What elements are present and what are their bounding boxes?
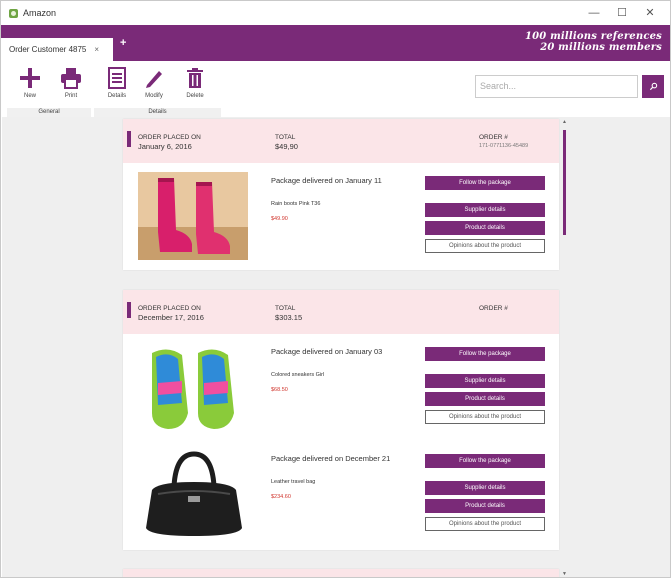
order-placed-label: ORDER PLACED ON [138,305,201,312]
order-total-label: TOTAL [275,305,296,312]
tab-label: Order Customer 4875 [9,45,87,54]
order-total-label: TOTAL [275,134,296,141]
product-price: $68.50 [271,387,288,393]
order-number-label: ORDER # [479,305,508,312]
follow-package-button[interactable]: Follow the package [425,454,545,468]
delete-button[interactable]: Delete [178,67,212,99]
search-input[interactable]: Search... [475,75,638,98]
delivery-status: Package delivered on December 21 [271,454,391,463]
order-number: ORDER # [479,304,508,313]
product-details-button[interactable]: Product details [425,221,545,235]
tab-order-customer[interactable]: Order Customer 4875 × [1,38,113,61]
order-number: ORDER # 171-0771136-45489 [479,133,528,151]
order-card-partial [123,569,559,577]
product-price: $49.90 [271,216,288,222]
print-label: Print [64,93,78,99]
product-details-button[interactable]: Product details [425,499,545,513]
modify-button[interactable]: Modify [137,67,171,99]
product-price: $234.60 [271,494,291,500]
order-header: ORDER PLACED ON December 17, 2016 TOTAL … [123,290,559,334]
order-total: TOTAL $303.15 [275,304,302,322]
order-placed: ORDER PLACED ON December 17, 2016 [138,304,204,322]
scrollbar-thumb[interactable] [563,130,566,235]
brand-line-1: 100 millions references [524,31,662,42]
title-bar: Amazon — ☐ ✕ [1,1,670,25]
pencil-icon [146,71,162,88]
order-placed-date: December 17, 2016 [138,313,204,322]
document-icon [108,67,126,89]
add-tab-button[interactable]: + [120,37,126,49]
search-icon [649,82,657,91]
follow-package-button[interactable]: Follow the package [425,347,545,361]
follow-package-button[interactable]: Follow the package [425,176,545,190]
delivery-status: Package delivered on January 03 [271,347,383,356]
product-image-pink-rain-boots[interactable] [138,172,248,260]
order-placed-label: ORDER PLACED ON [138,134,201,141]
search-button[interactable] [642,75,664,98]
order-item: Package delivered on January 03 Colored … [123,334,559,441]
order-item: Package delivered on December 21 Leather… [123,441,559,548]
scroll-down-arrow-icon[interactable]: ▼ [562,571,567,577]
product-image-colored-sneakers[interactable] [138,343,248,431]
maximize-button[interactable]: ☐ [608,5,636,21]
plus-icon [20,68,40,88]
window-title: Amazon [23,8,57,18]
order-total-value: $49,90 [275,142,298,151]
order-total: TOTAL $49,90 [275,133,298,151]
orders-list: ORDER PLACED ON January 6, 2016 TOTAL $4… [2,117,670,577]
close-window-button[interactable]: ✕ [636,5,664,21]
tab-close-icon[interactable]: × [94,45,99,54]
supplier-details-button[interactable]: Supplier details [425,481,545,495]
order-accent-bar [127,302,131,318]
order-header: ORDER PLACED ON January 6, 2016 TOTAL $4… [123,119,559,163]
order-card: ORDER PLACED ON January 6, 2016 TOTAL $4… [123,119,559,270]
modify-label: Modify [145,93,163,99]
print-button[interactable]: Print [54,67,88,99]
ribbon-group-general: General [7,108,91,117]
product-opinions-button[interactable]: Opinions about the product [425,239,545,253]
ribbon-group-details: Details [94,108,221,117]
details-label: Details [107,93,127,99]
tab-bar: Order Customer 4875 × + 100 millions ref… [1,25,670,61]
order-item: Package delivered on January 11 Rain boo… [123,163,559,270]
scroll-up-arrow-icon[interactable]: ▲ [562,119,567,125]
app-window: Amazon — ☐ ✕ Order Customer 4875 × + 100… [0,0,671,578]
product-name: Colored sneakers Girl [271,372,325,378]
order-placed-date: January 6, 2016 [138,142,192,151]
minimize-button[interactable]: — [580,5,608,21]
brand-tagline: 100 millions references 20 millions memb… [525,31,662,53]
new-button[interactable]: New [13,67,47,99]
product-opinions-button[interactable]: Opinions about the product [425,410,545,424]
order-card: ORDER PLACED ON December 17, 2016 TOTAL … [123,290,559,550]
brand-line-2: 20 millions members [540,42,662,53]
new-label: New [23,93,36,99]
delivery-status: Package delivered on January 11 [271,176,382,185]
supplier-details-button[interactable]: Supplier details [425,374,545,388]
delete-label: Delete [186,93,204,99]
product-image-leather-handbag[interactable] [138,450,248,538]
order-number-label: ORDER # [479,134,508,141]
order-total-value: $303.15 [275,313,303,322]
order-number-value: 171-0771136-45489 [479,143,529,149]
printer-icon [61,68,81,89]
order-placed: ORDER PLACED ON January 6, 2016 [138,133,201,151]
supplier-details-button[interactable]: Supplier details [425,203,545,217]
trash-icon [187,68,203,88]
product-opinions-button[interactable]: Opinions about the product [425,517,545,531]
window-controls: — ☐ ✕ [580,5,664,21]
order-accent-bar [127,131,131,147]
app-logo-icon [9,8,18,18]
product-details-button[interactable]: Product details [425,392,545,406]
product-name: Rain boots Pink T36 [271,201,321,207]
details-button[interactable]: Details [100,67,134,99]
product-name: Leather travel bag [271,479,316,485]
